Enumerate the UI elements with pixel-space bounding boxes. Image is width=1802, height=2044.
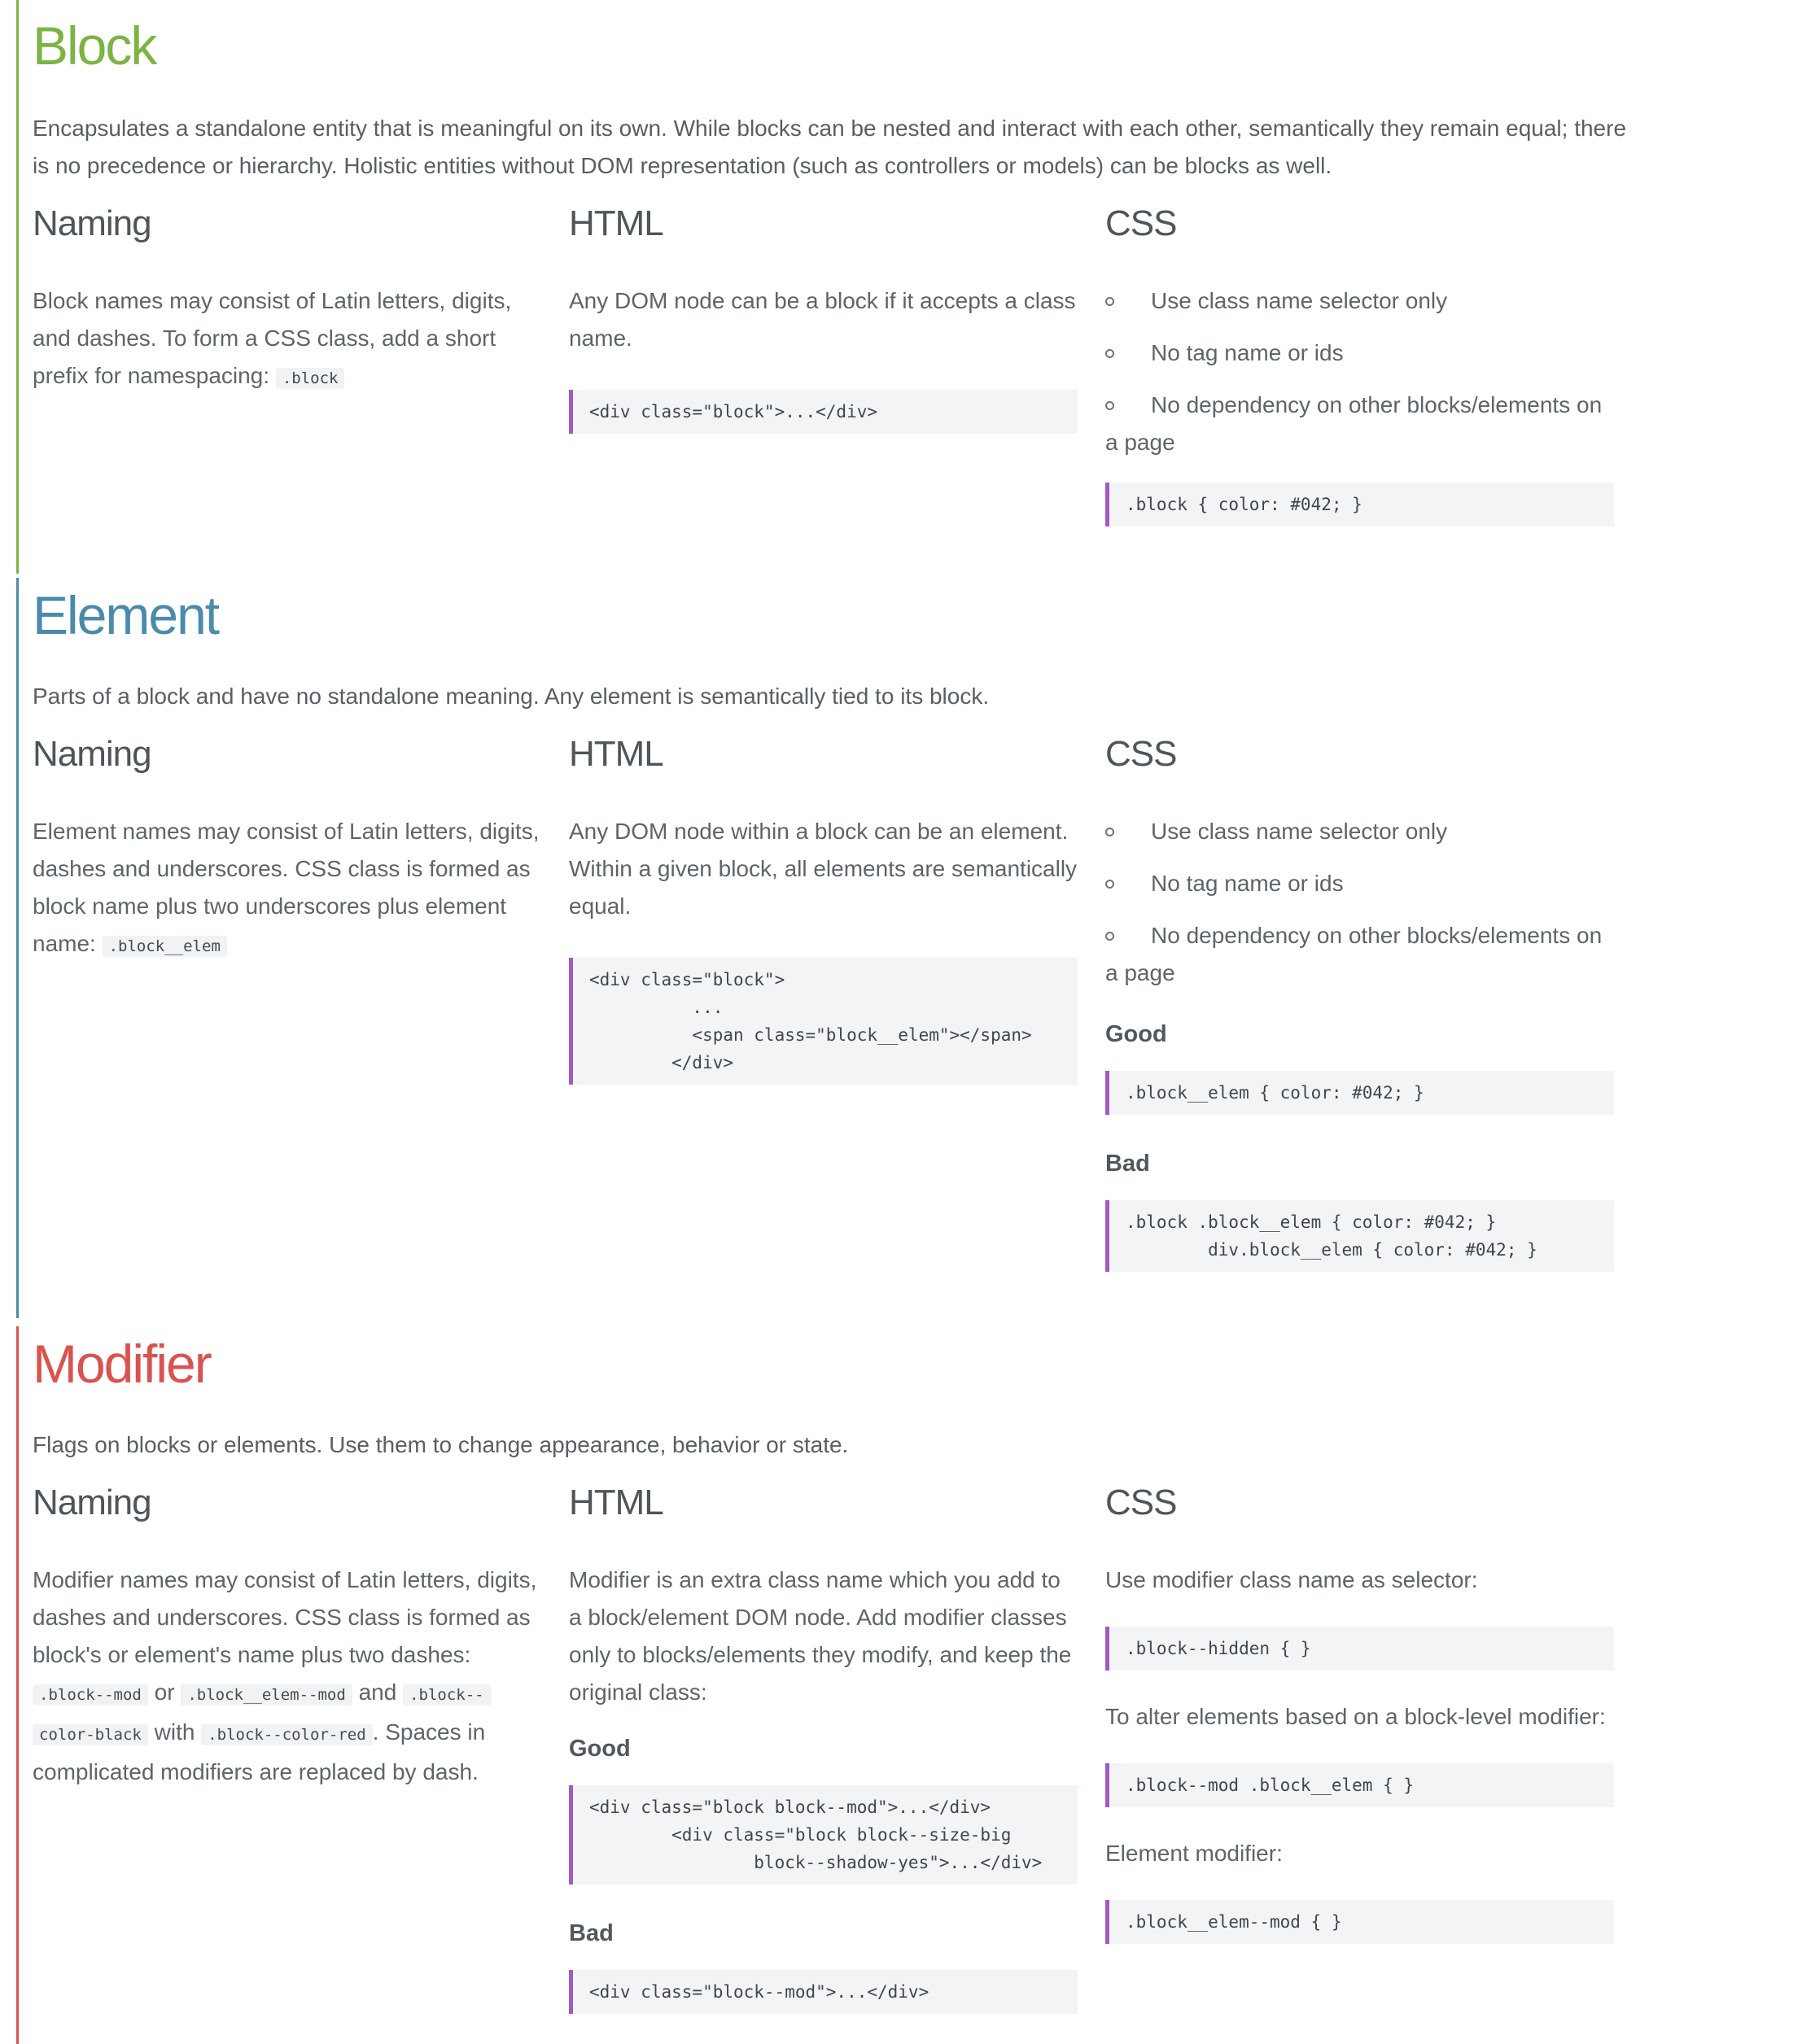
- block-naming-text: Block names may consist of Latin letters…: [33, 282, 541, 397]
- modifier-naming-and: and: [358, 1679, 397, 1705]
- element-accent-bar: [16, 578, 19, 1318]
- modifier-html-column: HTML Modifier is an extra class name whi…: [569, 1478, 1078, 2014]
- block-css-code: .block { color: #042; }: [1105, 483, 1614, 526]
- block-naming-paragraph: Block names may consist of Latin letters…: [33, 288, 512, 388]
- modifier-css-column: CSS Use modifier class name as selector:…: [1105, 1478, 1614, 1944]
- modifier-title: Modifier: [33, 1334, 212, 1394]
- block-css-heading: CSS: [1105, 203, 1177, 243]
- block-accent-bar: [16, 0, 19, 574]
- bullet-icon: [1105, 932, 1114, 941]
- element-css-rule: No dependency on other blocks/elements o…: [1105, 923, 1603, 985]
- modifier-html-heading: HTML: [569, 1483, 664, 1522]
- block-css-rule: No dependency on other blocks/elements o…: [1105, 392, 1603, 455]
- block-html-heading: HTML: [569, 203, 664, 243]
- modifier-accent-bar: [16, 1326, 19, 2044]
- block-description: Encapsulates a standalone entity that is…: [33, 116, 1627, 178]
- modifier-naming-code-elem-mod: .block__elem--mod: [181, 1684, 352, 1706]
- element-css-bad-label: Bad: [1105, 1151, 1150, 1177]
- block-naming-heading: Naming: [33, 203, 152, 243]
- block-naming-code: .block: [275, 368, 345, 389]
- element-title: Element: [33, 585, 220, 645]
- block-html-column: HTML Any DOM node can be a block if it a…: [569, 199, 1078, 434]
- modifier-naming-with: with: [154, 1719, 195, 1745]
- modifier-html-text: Modifier is an extra class name which yo…: [569, 1567, 1072, 1705]
- element-section: Element Parts of a block and have no sta…: [0, 578, 1802, 1318]
- modifier-naming-or: or: [154, 1679, 175, 1705]
- block-html-text: Any DOM node can be a block if it accept…: [569, 288, 1076, 351]
- block-css-column: CSS Use class name selector only No tag …: [1105, 199, 1614, 526]
- modifier-css-text-block-level: To alter elements based on a block-level…: [1105, 1704, 1606, 1729]
- element-html-heading: HTML: [569, 734, 664, 774]
- modifier-naming-heading: Naming: [33, 1483, 152, 1522]
- modifier-section: Modifier Flags on blocks or elements. Us…: [0, 1326, 1802, 2044]
- bullet-icon: [1105, 401, 1114, 410]
- block-html-code: <div class="block">...</div>: [569, 390, 1078, 434]
- element-css-good-label: Good: [1105, 1021, 1167, 1047]
- element-css-good-code: .block__elem { color: #042; }: [1105, 1071, 1614, 1115]
- modifier-naming-paragraph: Modifier names may consist of Latin lett…: [33, 1567, 537, 1667]
- modifier-css-text-selector: Use modifier class name as selector:: [1105, 1567, 1478, 1592]
- modifier-naming-text: Modifier names may consist of Latin lett…: [33, 1561, 541, 1791]
- element-html-code: <div class="block"> ... <span class="blo…: [569, 958, 1078, 1085]
- element-naming-text: Element names may consist of Latin lette…: [33, 813, 541, 965]
- modifier-html-bad-label: Bad: [569, 1920, 614, 1946]
- block-css-rules: Use class name selector only No tag name…: [1105, 282, 1614, 461]
- block-css-rule: No tag name or ids: [1105, 334, 1614, 372]
- bullet-icon: [1105, 828, 1114, 836]
- modifier-naming-code-color-a: .block--: [403, 1684, 491, 1706]
- element-description: Parts of a block and have no standalone …: [33, 684, 990, 709]
- element-css-heading: CSS: [1105, 734, 1177, 774]
- modifier-css-code-block-mod: .block--mod .block__elem { }: [1105, 1763, 1614, 1807]
- block-css-rule: Use class name selector only: [1105, 282, 1614, 320]
- element-css-bad-code: .block .block__elem { color: #042; } div…: [1105, 1200, 1614, 1272]
- modifier-css-text-element-modifier: Element modifier:: [1105, 1841, 1283, 1866]
- modifier-css-code-elem-mod: .block__elem--mod { }: [1105, 1900, 1614, 1944]
- modifier-description: Flags on blocks or elements. Use them to…: [33, 1432, 849, 1457]
- bullet-icon: [1105, 297, 1114, 306]
- element-naming-heading: Naming: [33, 734, 152, 774]
- modifier-naming-code-color-b: color-black: [33, 1724, 148, 1745]
- modifier-html-bad-code: <div class="block--mod">...</div>: [569, 1970, 1078, 2014]
- block-section: Block Encapsulates a standalone entity t…: [0, 0, 1802, 574]
- element-naming-column: Naming Element names may consist of Lati…: [33, 730, 541, 965]
- element-naming-code: .block__elem: [102, 936, 227, 957]
- element-css-rule: Use class name selector only: [1105, 813, 1614, 850]
- element-css-column: CSS Use class name selector only No tag …: [1105, 730, 1614, 1272]
- element-html-column: HTML Any DOM node within a block can be …: [569, 730, 1078, 1085]
- modifier-css-heading: CSS: [1105, 1483, 1177, 1522]
- element-html-text: Any DOM node within a block can be an el…: [569, 819, 1078, 919]
- modifier-naming-column: Naming Modifier names may consist of Lat…: [33, 1478, 541, 1791]
- bullet-icon: [1105, 880, 1114, 889]
- element-css-rule: No tag name or ids: [1105, 865, 1614, 902]
- modifier-naming-code-mod: .block--mod: [33, 1684, 148, 1706]
- block-title: Block: [33, 15, 157, 76]
- element-css-rules: Use class name selector only No tag name…: [1105, 813, 1614, 992]
- modifier-css-code-hidden: .block--hidden { }: [1105, 1627, 1614, 1671]
- block-naming-column: Naming Block names may consist of Latin …: [33, 199, 541, 397]
- modifier-html-good-code: <div class="block block--mod">...</div> …: [569, 1785, 1078, 1885]
- modifier-naming-code-red: .block--color-red: [201, 1724, 373, 1745]
- bullet-icon: [1105, 349, 1114, 358]
- modifier-html-good-label: Good: [569, 1736, 631, 1762]
